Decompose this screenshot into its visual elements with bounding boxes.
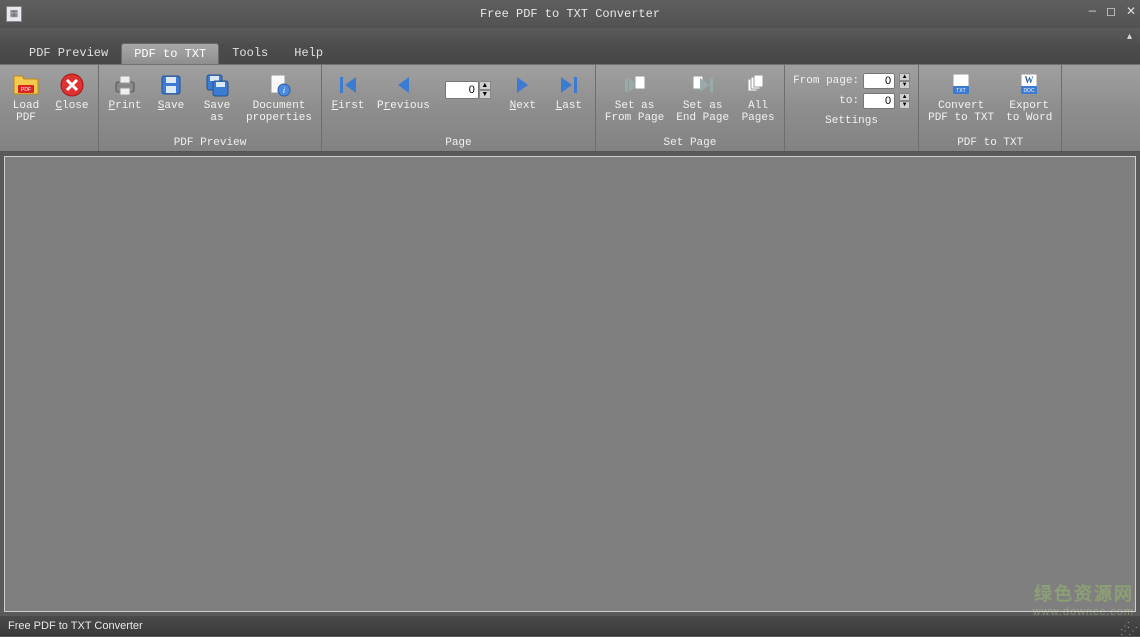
save-as-icon (203, 72, 231, 98)
group-label-set-page: Set Page (602, 135, 778, 149)
from-page-input[interactable] (863, 73, 895, 89)
set-end-page-button[interactable]: Set as End Page (673, 69, 732, 127)
first-page-button[interactable]: First (328, 69, 368, 115)
all-pages-button[interactable]: All Pages (738, 69, 778, 127)
page-number-input[interactable] (445, 81, 479, 99)
ribbon-collapse-button[interactable]: ▴ (1127, 31, 1132, 42)
all-pages-icon (744, 72, 772, 98)
svg-text:PDF: PDF (21, 87, 31, 93)
svg-text:TXT: TXT (956, 88, 965, 94)
tab-tools[interactable]: Tools (219, 42, 281, 64)
txt-file-icon: TXT (947, 72, 975, 98)
page-spin-down[interactable]: ▼ (479, 90, 491, 99)
maximize-button[interactable]: ◻ (1106, 4, 1116, 19)
titlebar: ▦ Free PDF to TXT Converter — ◻ ✕ (0, 0, 1140, 28)
ribbon-tabs: PDF Preview PDF to TXT Tools Help (0, 44, 1140, 64)
tab-help[interactable]: Help (281, 42, 336, 64)
last-icon (555, 72, 583, 98)
previous-icon (389, 72, 417, 98)
to-page-label: to: (839, 95, 859, 107)
last-page-button[interactable]: Last (549, 69, 589, 115)
from-page-label: From page: (793, 75, 859, 87)
svg-text:DOC: DOC (1024, 88, 1036, 94)
page-spin-up[interactable]: ▲ (479, 81, 491, 90)
group-label-pdf-to-txt: PDF to TXT (925, 135, 1055, 149)
next-icon (509, 72, 537, 98)
first-icon (334, 72, 362, 98)
save-button[interactable]: Save (151, 69, 191, 115)
export-to-word-button[interactable]: DOCW Export to Word (1003, 69, 1055, 127)
tab-pdf-to-txt[interactable]: PDF to TXT (121, 43, 219, 64)
doc-file-icon: DOC W (1015, 72, 1043, 98)
close-button[interactable]: Close (52, 69, 92, 115)
page-number-field[interactable]: ▲ ▼ (445, 81, 491, 99)
from-spin-up[interactable]: ▲ (899, 73, 910, 81)
set-from-page-button[interactable]: Set as From Page (602, 69, 667, 127)
svg-text:W: W (1025, 75, 1034, 85)
folder-pdf-icon: PDF (12, 72, 40, 98)
group-label-settings: Settings (791, 113, 912, 127)
save-as-button[interactable]: Save as (197, 69, 237, 127)
to-page-input[interactable] (863, 93, 895, 109)
printer-icon (111, 72, 139, 98)
ribbon-collapse-row: ▴ (0, 28, 1140, 44)
tab-pdf-preview[interactable]: PDF Preview (16, 42, 121, 64)
group-label-page: Page (328, 135, 589, 149)
save-icon (157, 72, 185, 98)
status-text: Free PDF to TXT Converter (8, 620, 143, 632)
to-spin-up[interactable]: ▲ (899, 93, 910, 101)
ribbon: PDF Load PDF Close (0, 64, 1140, 152)
from-spin-down[interactable]: ▼ (899, 81, 910, 89)
preview-area (4, 156, 1136, 612)
document-properties-button[interactable]: i Document properties (243, 69, 315, 127)
end-page-icon (689, 72, 717, 98)
close-window-button[interactable]: ✕ (1126, 4, 1136, 19)
to-spin-down[interactable]: ▼ (899, 101, 910, 109)
previous-page-button[interactable]: Previous (374, 69, 433, 115)
statusbar: Free PDF to TXT Converter ⋰⋰⋰ (0, 616, 1140, 636)
group-label-pdf-preview: PDF Preview (105, 135, 315, 149)
app-icon: ▦ (6, 6, 22, 22)
window-title: Free PDF to TXT Converter (0, 7, 1140, 21)
minimize-button[interactable]: — (1089, 4, 1096, 19)
from-page-icon (621, 72, 649, 98)
next-page-button[interactable]: Next (503, 69, 543, 115)
svg-text:i: i (283, 86, 285, 95)
convert-pdf-to-txt-button[interactable]: TXT Convert PDF to TXT (925, 69, 997, 127)
load-pdf-button[interactable]: PDF Load PDF (6, 69, 46, 127)
print-button[interactable]: Print (105, 69, 145, 115)
document-info-icon: i (265, 72, 293, 98)
close-icon (58, 72, 86, 98)
resize-grip[interactable]: ⋰⋰⋰ (1120, 624, 1136, 634)
